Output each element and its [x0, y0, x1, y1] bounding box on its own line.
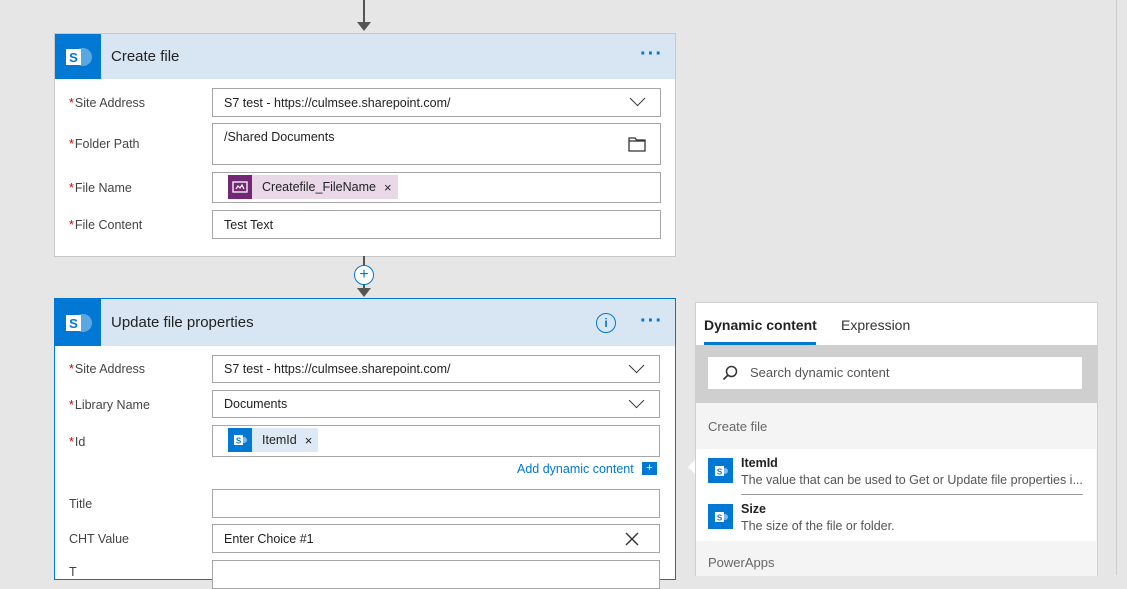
info-icon[interactable]: i [596, 313, 616, 333]
id-token[interactable]: S ItemId × [228, 428, 319, 452]
update-file-properties-card: S Update file properties i ··· *Site Add… [54, 298, 676, 589]
connector-arrow-mid [357, 288, 371, 297]
chevron-down-icon[interactable] [629, 90, 646, 107]
add-dynamic-content-icon[interactable]: + [642, 462, 657, 475]
next-field-label: T [69, 565, 77, 579]
dynamic-item-desc: The value that can be used to Get or Upd… [741, 473, 1083, 487]
folder-path-label: *Folder Path [69, 137, 140, 151]
update-file-properties-header[interactable]: S Update file properties i ··· [55, 299, 675, 346]
chevron-down-icon[interactable] [628, 357, 645, 374]
search-dynamic-content-input[interactable]: Search dynamic content [708, 357, 1082, 389]
update-site-address-dropdown[interactable]: S7 test - https://culmsee.sharepoint.com… [212, 355, 660, 383]
library-name-dropdown[interactable]: Documents [212, 390, 660, 418]
sharepoint-token-icon: S [228, 428, 252, 452]
svg-text:S: S [236, 437, 242, 446]
library-name-value: Documents [224, 397, 288, 411]
update-more-icon[interactable]: ··· [640, 299, 663, 343]
add-dynamic-content-link[interactable]: Add dynamic content [517, 462, 634, 476]
dynamic-item-itemid[interactable]: S ItemId The value that can be used to G… [696, 449, 1096, 495]
create-file-card: S Create file ··· *Site Address S7 test … [54, 33, 676, 257]
powerapps-icon [228, 175, 252, 199]
clear-icon[interactable] [625, 532, 639, 549]
svg-text:S: S [716, 467, 722, 476]
dynamic-item-title: Size [741, 502, 767, 516]
svg-text:S: S [716, 513, 722, 522]
file-content-input[interactable]: Test Text [212, 210, 661, 239]
connector-line-top [363, 0, 365, 22]
section-powerapps: PowerApps [708, 555, 775, 570]
id-label: *Id [69, 435, 86, 449]
update-file-properties-title: Update file properties [111, 314, 254, 331]
folder-path-value: /Shared Documents [224, 130, 335, 144]
tab-dynamic-content[interactable]: Dynamic content [704, 317, 817, 333]
file-name-input[interactable]: Createfile_FileName × [212, 172, 661, 203]
remove-token-icon[interactable]: × [305, 433, 319, 448]
svg-text:S: S [69, 316, 78, 331]
remove-token-icon[interactable]: × [384, 180, 398, 195]
tab-expression[interactable]: Expression [841, 317, 910, 333]
sharepoint-icon: S [708, 504, 733, 529]
id-input[interactable]: S ItemId × [212, 425, 660, 457]
search-icon [722, 365, 738, 386]
site-address-dropdown[interactable]: S7 test - https://culmsee.sharepoint.com… [212, 88, 661, 117]
sharepoint-icon: S [55, 299, 101, 346]
sharepoint-icon: S [55, 34, 101, 79]
folder-path-input[interactable]: /Shared Documents [212, 123, 661, 165]
search-area: Search dynamic content [696, 345, 1097, 403]
site-address-label: *Site Address [69, 96, 146, 110]
create-file-title: Create file [111, 48, 180, 65]
file-name-token[interactable]: Createfile_FileName × [228, 175, 398, 199]
dynamic-item-desc: The size of the file or folder. [741, 519, 895, 533]
file-content-value: Test Text [224, 218, 274, 232]
sharepoint-icon: S [708, 458, 733, 483]
dynamic-content-list: S ItemId The value that can be used to G… [696, 449, 1096, 541]
connector-arrow-top [357, 22, 371, 31]
cht-value-input[interactable]: Enter Choice #1 [212, 524, 660, 553]
file-content-label: *File Content [69, 218, 143, 232]
folder-icon[interactable] [628, 136, 646, 155]
dynamic-panel-tabs: Dynamic content Expression [696, 303, 1097, 345]
svg-text:S: S [69, 50, 78, 65]
dynamic-content-panel: Dynamic content Expression Search dynami… [695, 302, 1098, 576]
dynamic-item-title: ItemId [741, 456, 778, 470]
section-create-file: Create file [708, 419, 768, 434]
title-input[interactable] [212, 489, 660, 518]
file-name-token-label: Createfile_FileName [262, 180, 376, 194]
id-token-label: ItemId [262, 433, 297, 447]
chevron-down-icon[interactable] [628, 392, 645, 409]
file-name-label: *File Name [69, 181, 132, 195]
canvas-edge [1116, 0, 1117, 575]
site-address-value: S7 test - https://culmsee.sharepoint.com… [224, 96, 451, 110]
dynamic-item-size[interactable]: S Size The size of the file or folder. [696, 495, 1096, 541]
insert-step-button[interactable]: + [354, 265, 374, 285]
search-placeholder: Search dynamic content [750, 365, 890, 380]
update-site-address-label: *Site Address [69, 362, 146, 376]
cht-value-label: CHT Value [69, 532, 129, 546]
create-file-more-icon[interactable]: ··· [640, 34, 663, 74]
title-label: Title [69, 497, 93, 511]
create-file-header[interactable]: S Create file ··· [55, 34, 675, 79]
cht-value-text: Enter Choice #1 [224, 532, 314, 546]
library-name-label: *Library Name [69, 398, 150, 412]
update-site-address-value: S7 test - https://culmsee.sharepoint.com… [224, 362, 451, 376]
